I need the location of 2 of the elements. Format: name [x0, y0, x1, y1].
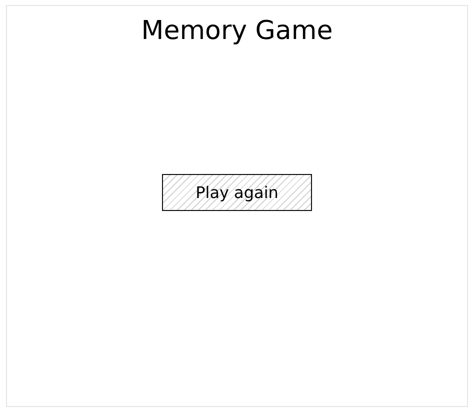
game-title: Memory Game: [141, 15, 333, 48]
play-again-button[interactable]: Play again: [162, 174, 312, 211]
